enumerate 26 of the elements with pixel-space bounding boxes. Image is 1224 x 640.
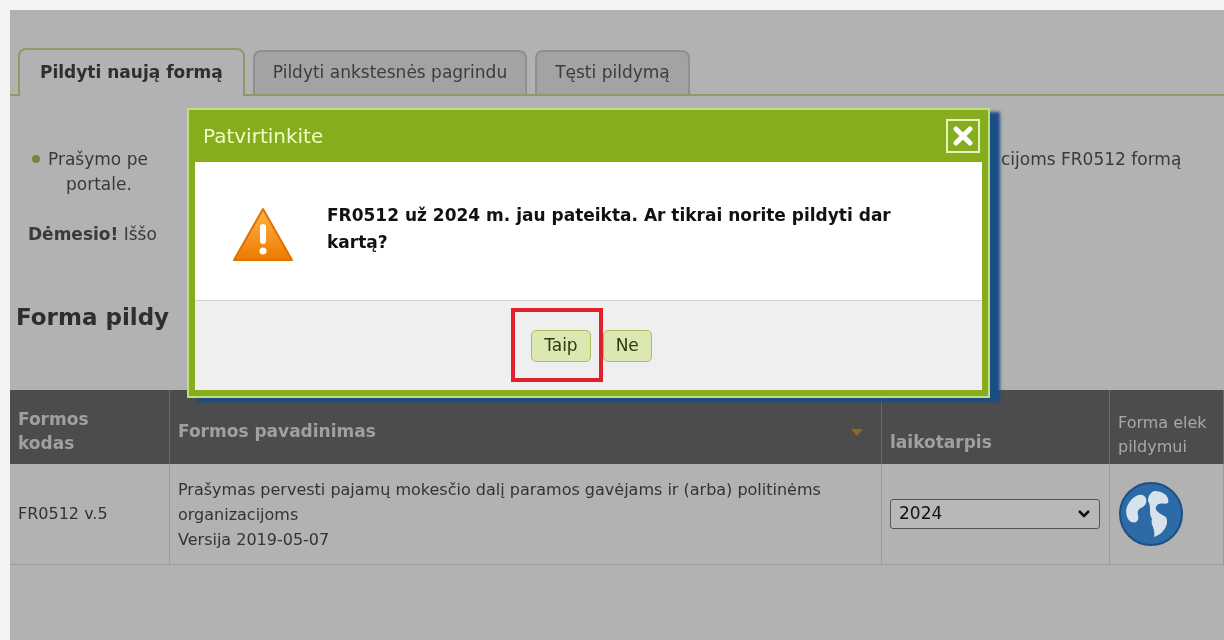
- dialog-title: Patvirtinkite: [203, 123, 324, 150]
- tab[interactable]: Pildyti naują formą: [18, 48, 245, 96]
- chevron-down-icon: [1077, 509, 1091, 519]
- dialog-button[interactable]: Ne: [602, 329, 652, 362]
- form-name: Prašymas pervesti pajamų mokesčio dalį paramos gavėjams ir (arba) politinėms organizacijoms: [178, 478, 822, 526]
- section-heading: Forma pildy: [16, 304, 170, 330]
- notice-text: portale.: [66, 174, 132, 194]
- dialog-button[interactable]: Taip: [531, 329, 591, 362]
- tab[interactable]: Tęsti pildymą: [535, 50, 690, 94]
- form-version: Versija 2019-05-07: [178, 528, 331, 551]
- notice-text: Prašymo pe: [48, 147, 148, 171]
- close-icon[interactable]: [946, 119, 980, 153]
- dialog-message: FR0512 už 2024 m. jau pateikta. Ar tikrai norite pildyti dar kartą?: [327, 204, 892, 254]
- column-header[interactable]: Formos pavadinimas: [178, 411, 376, 443]
- warning-text: Dėmesio! Iššo: [28, 224, 157, 244]
- column-header[interactable]: Forma elek pildymui: [1118, 395, 1208, 459]
- bullet-icon: [32, 155, 40, 164]
- warning-icon: [231, 206, 295, 264]
- column-header[interactable]: Formos kodas: [18, 399, 108, 455]
- period-dropdown[interactable]: 2024: [890, 499, 1100, 529]
- globe-icon[interactable]: [1118, 481, 1184, 547]
- tab[interactable]: Pildyti ankstesnės pagrindu: [252, 50, 528, 94]
- column-header[interactable]: laikotarpis: [890, 400, 992, 454]
- form-code: FR0512 v.5: [18, 503, 109, 525]
- notice-text: cijoms FR0512 formą: [1001, 147, 1182, 171]
- sort-arrow-icon[interactable]: [851, 428, 863, 436]
